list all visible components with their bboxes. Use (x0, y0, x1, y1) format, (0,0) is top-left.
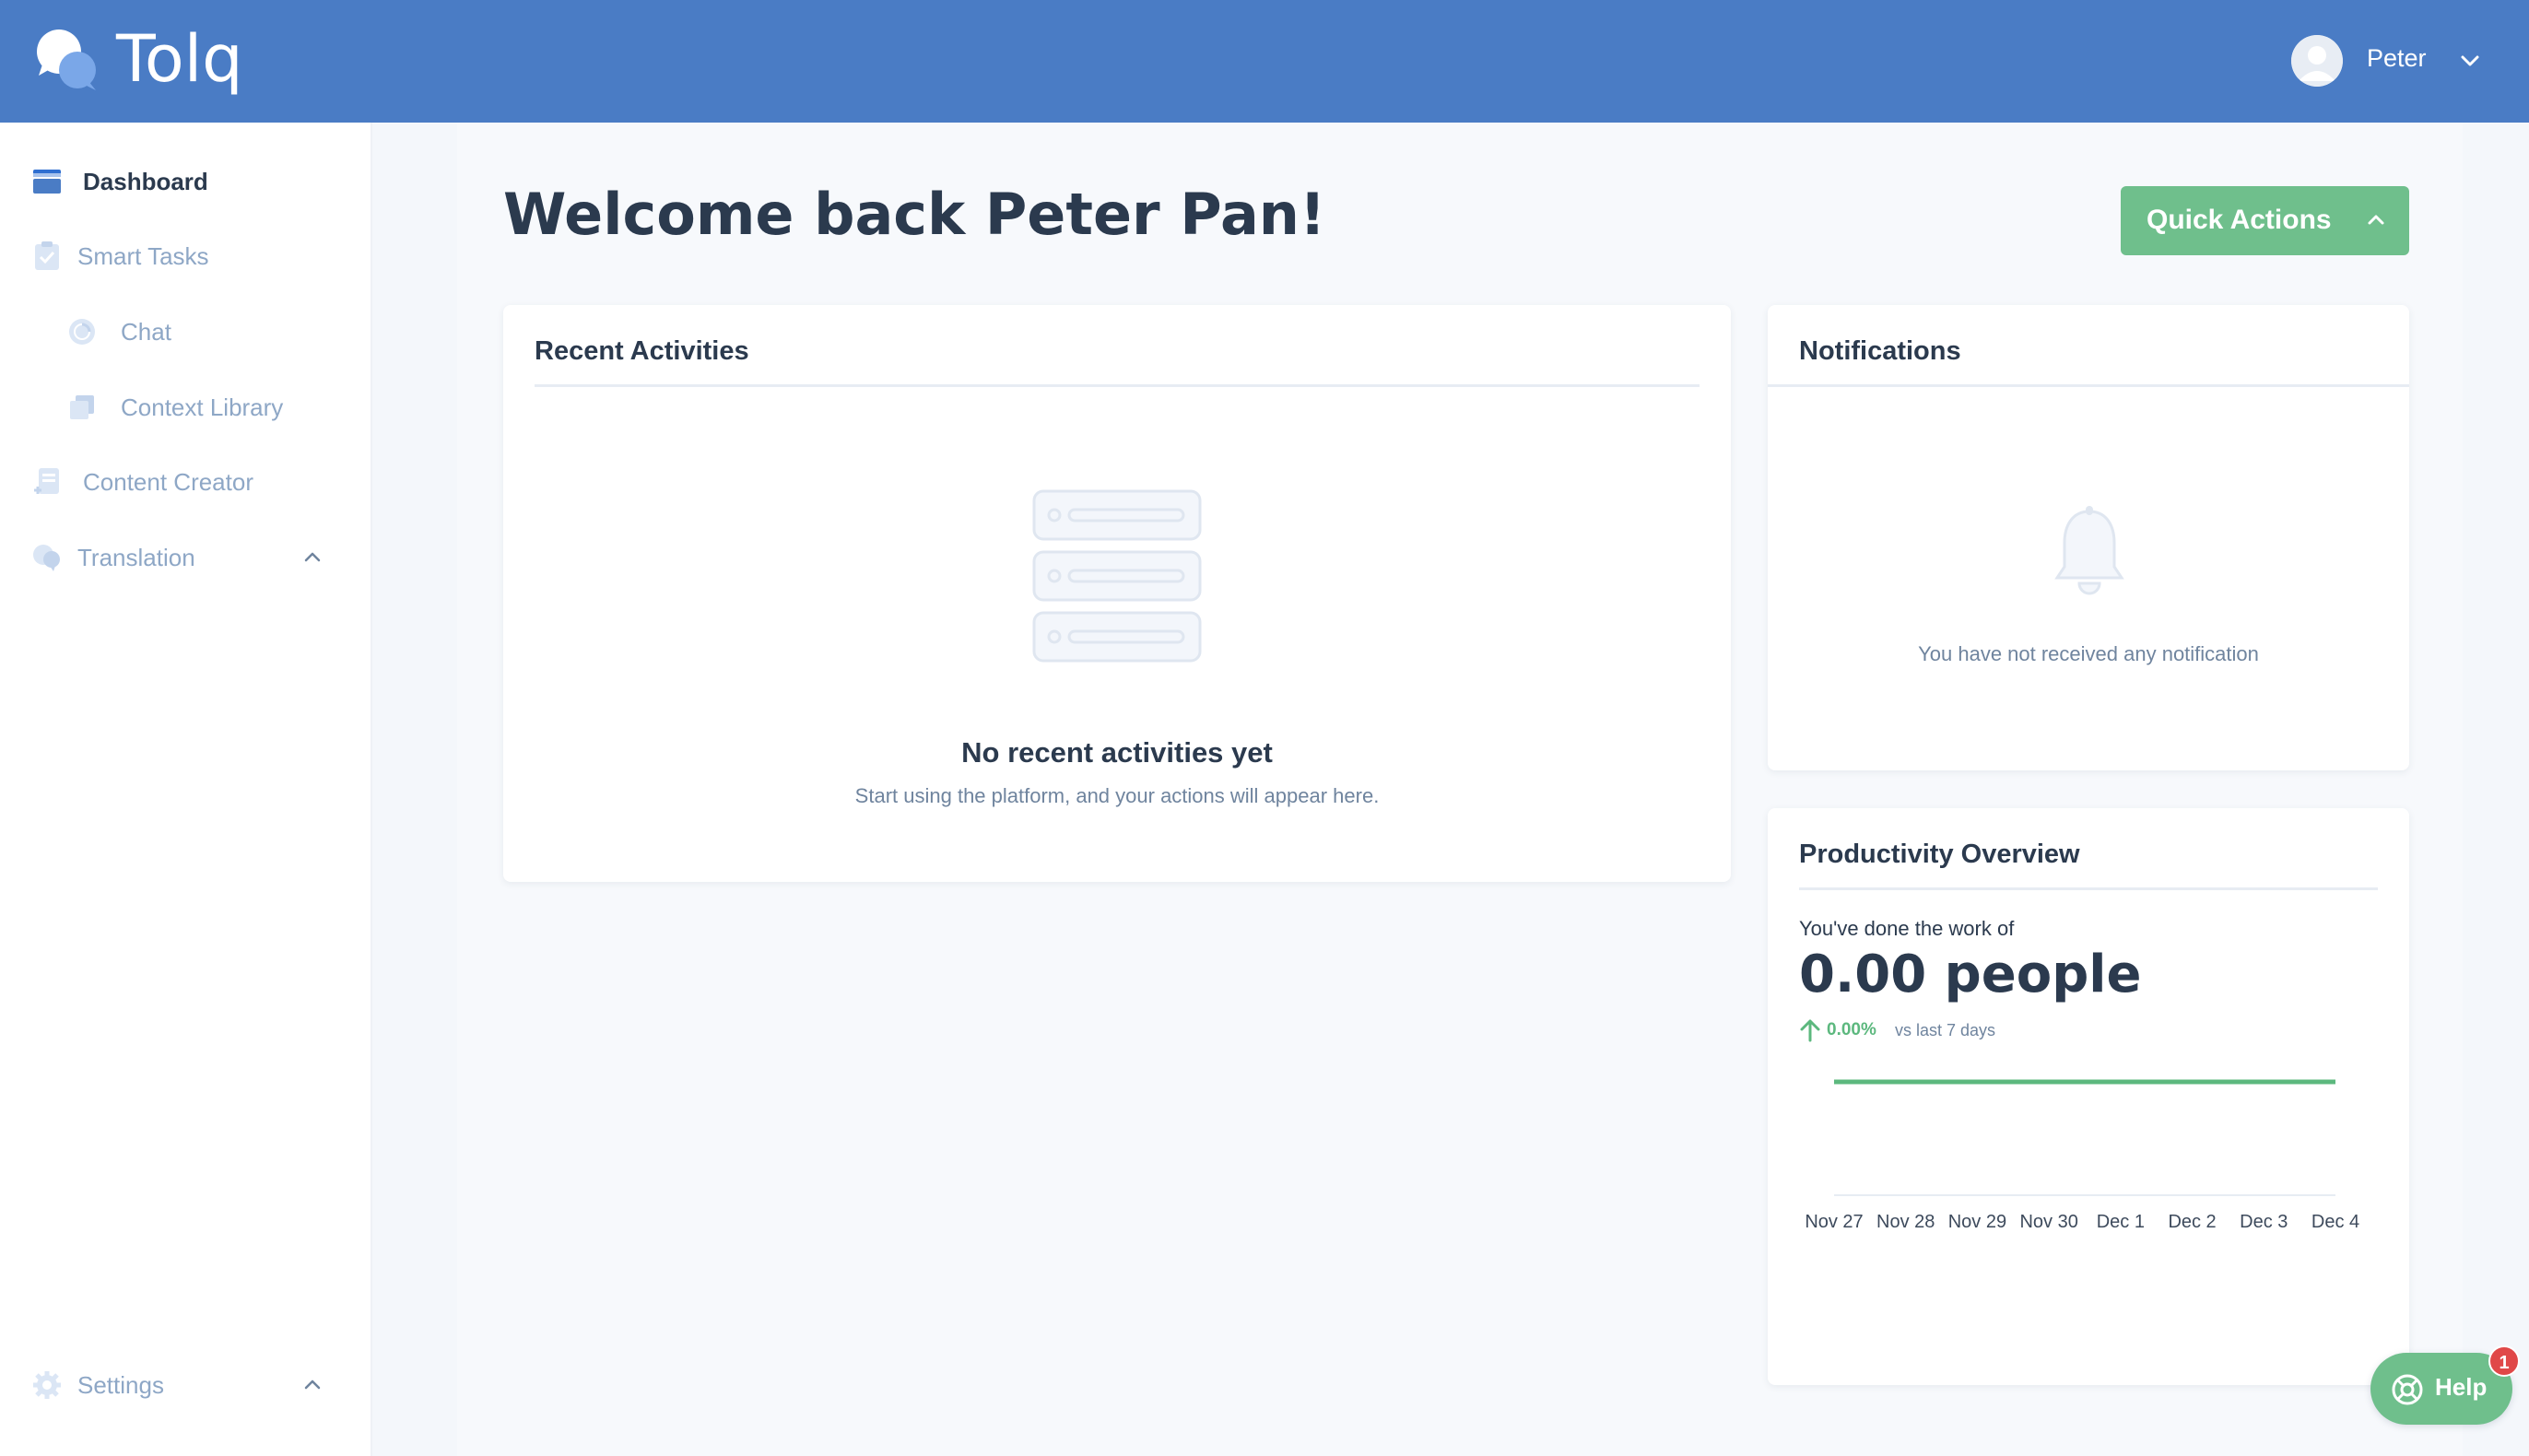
empty-list-illustration (1032, 489, 1202, 663)
sidebar-item-content-creator[interactable]: Content Creator (0, 454, 372, 510)
productivity-value: 0.00 people (1799, 945, 2142, 1004)
x-tick-label: Dec 3 (2240, 1212, 2288, 1232)
notification-badge: 1 (2488, 1345, 2520, 1377)
chevron-down-icon[interactable] (2457, 48, 2483, 74)
chevron-up-icon[interactable] (300, 546, 324, 569)
sidebar-item-dashboard[interactable]: Dashboard (0, 154, 372, 209)
sidebar-item-label: Settings (77, 1371, 164, 1399)
divider (535, 384, 1700, 387)
productivity-lead-text: You've done the work of (1799, 917, 2015, 940)
top-header: Tolq Peter (0, 0, 2529, 123)
card-title: Recent Activities (535, 336, 749, 366)
sidebar-item-translation[interactable]: Translation (0, 530, 372, 585)
page-title: Welcome back Peter Pan! (503, 181, 1326, 248)
sidebar-item-label: Content Creator (83, 468, 253, 496)
delta-comparison: vs last 7 days (1895, 1021, 1996, 1039)
sidebar-item-label: Translation (77, 544, 195, 571)
recent-activities-card: Recent Activities No recent activities y… (503, 305, 1731, 882)
quick-actions-button[interactable]: Quick Actions (2121, 186, 2409, 255)
app-name[interactable]: Tolq (116, 20, 243, 98)
x-tick-label: Nov 29 (1948, 1212, 2006, 1232)
sidebar-item-settings[interactable]: Settings (0, 1357, 372, 1413)
user-name[interactable]: Peter (2367, 44, 2427, 73)
sidebar-item-label: Chat (121, 318, 171, 346)
sidebar-item-label: Smart Tasks (77, 242, 209, 270)
empty-state-title: No recent activities yet (961, 736, 1273, 769)
arrow-up-icon (1800, 1019, 1820, 1042)
sidebar-item-context-library[interactable]: Context Library (0, 380, 372, 435)
translation-icon (33, 545, 60, 571)
empty-state-subtitle: Start using the platform, and your actio… (854, 784, 1380, 807)
context-library-icon (70, 395, 94, 419)
sidebar-item-label: Dashboard (83, 168, 208, 195)
notifications-card: Notifications You have not received any … (1768, 305, 2409, 770)
chevron-up-icon[interactable] (300, 1373, 324, 1397)
sidebar-item-chat[interactable]: Chat (0, 304, 372, 359)
card-title: Notifications (1799, 336, 1961, 366)
delta-percent: 0.00% (1827, 1020, 1876, 1039)
productivity-overview-card: Productivity Overview You've done the wo… (1768, 808, 2409, 1385)
bell-icon (2054, 506, 2124, 595)
user-menu[interactable]: Peter (2291, 0, 2529, 123)
divider (1768, 384, 2409, 387)
help-label: Help (2435, 1373, 2488, 1401)
productivity-chart: Nov 27 Nov 28 Nov 29 Nov 30 Dec 1 Dec 2 Dec 3 D… (1805, 1079, 2359, 1232)
x-tick-label: Dec 4 (2311, 1212, 2359, 1232)
chevron-up-icon (2368, 215, 2384, 225)
divider (1799, 887, 2378, 890)
notifications-empty-text: You have not received any notification (1918, 642, 2259, 665)
sidebar-item-smart-tasks[interactable]: Smart Tasks (0, 229, 372, 284)
lifebuoy-icon (2392, 1374, 2423, 1405)
avatar[interactable] (2291, 35, 2343, 87)
dashboard-icon (33, 170, 61, 194)
card-title: Productivity Overview (1799, 840, 2080, 869)
chat-icon (69, 319, 95, 345)
x-tick-label: Dec 2 (2168, 1212, 2216, 1232)
quick-actions-label: Quick Actions (2147, 205, 2332, 235)
sidebar: Dashboard Smart Tasks Chat Context Libra… (0, 123, 372, 1456)
sidebar-item-label: Context Library (121, 393, 284, 421)
help-button[interactable]: Help 1 (2370, 1345, 2520, 1425)
smart-tasks-icon (35, 241, 59, 270)
tolq-logo-icon[interactable] (31, 24, 105, 98)
x-tick-label: Nov 28 (1876, 1212, 1935, 1232)
x-tick-label: Dec 1 (2097, 1212, 2145, 1232)
avatar-icon (2291, 35, 2343, 87)
x-tick-label: Nov 27 (1805, 1212, 1863, 1232)
gear-icon (33, 1371, 61, 1399)
x-tick-label: Nov 30 (2019, 1212, 2077, 1232)
content-creator-icon (34, 468, 59, 494)
